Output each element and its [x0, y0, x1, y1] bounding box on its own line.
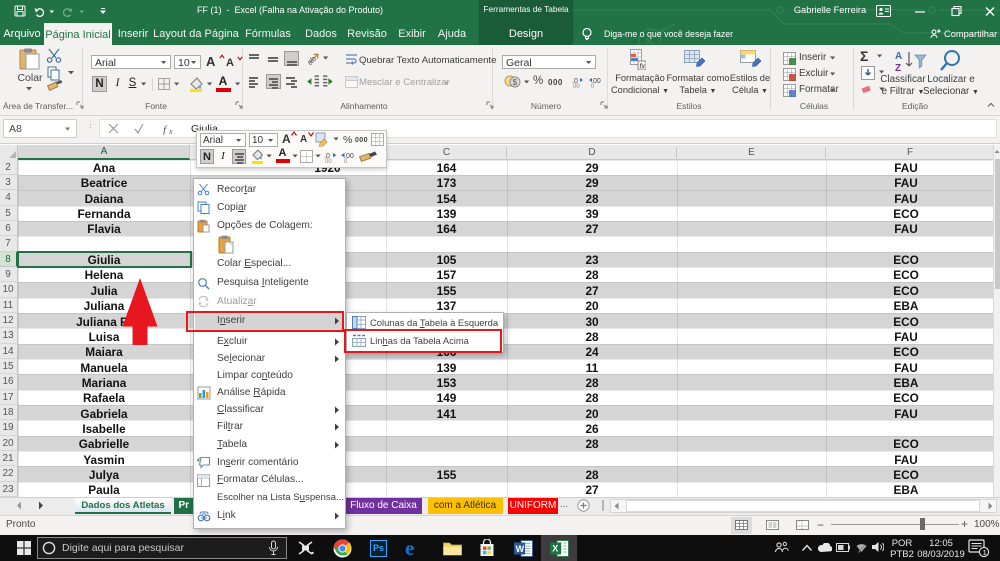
svg-text:00: 00 [573, 84, 580, 88]
svg-text:A: A [895, 51, 902, 62]
svg-text:fx: fx [640, 64, 646, 71]
svg-text:1: 1 [983, 548, 987, 557]
svg-text:W: W [516, 544, 525, 554]
svg-text:Z: Z [895, 63, 901, 73]
svg-text:$: $ [513, 78, 518, 87]
svg-text:00: 00 [325, 159, 332, 163]
svg-text:X: X [552, 544, 558, 554]
svg-text:f: f [163, 124, 168, 135]
svg-text:x: x [168, 127, 173, 135]
